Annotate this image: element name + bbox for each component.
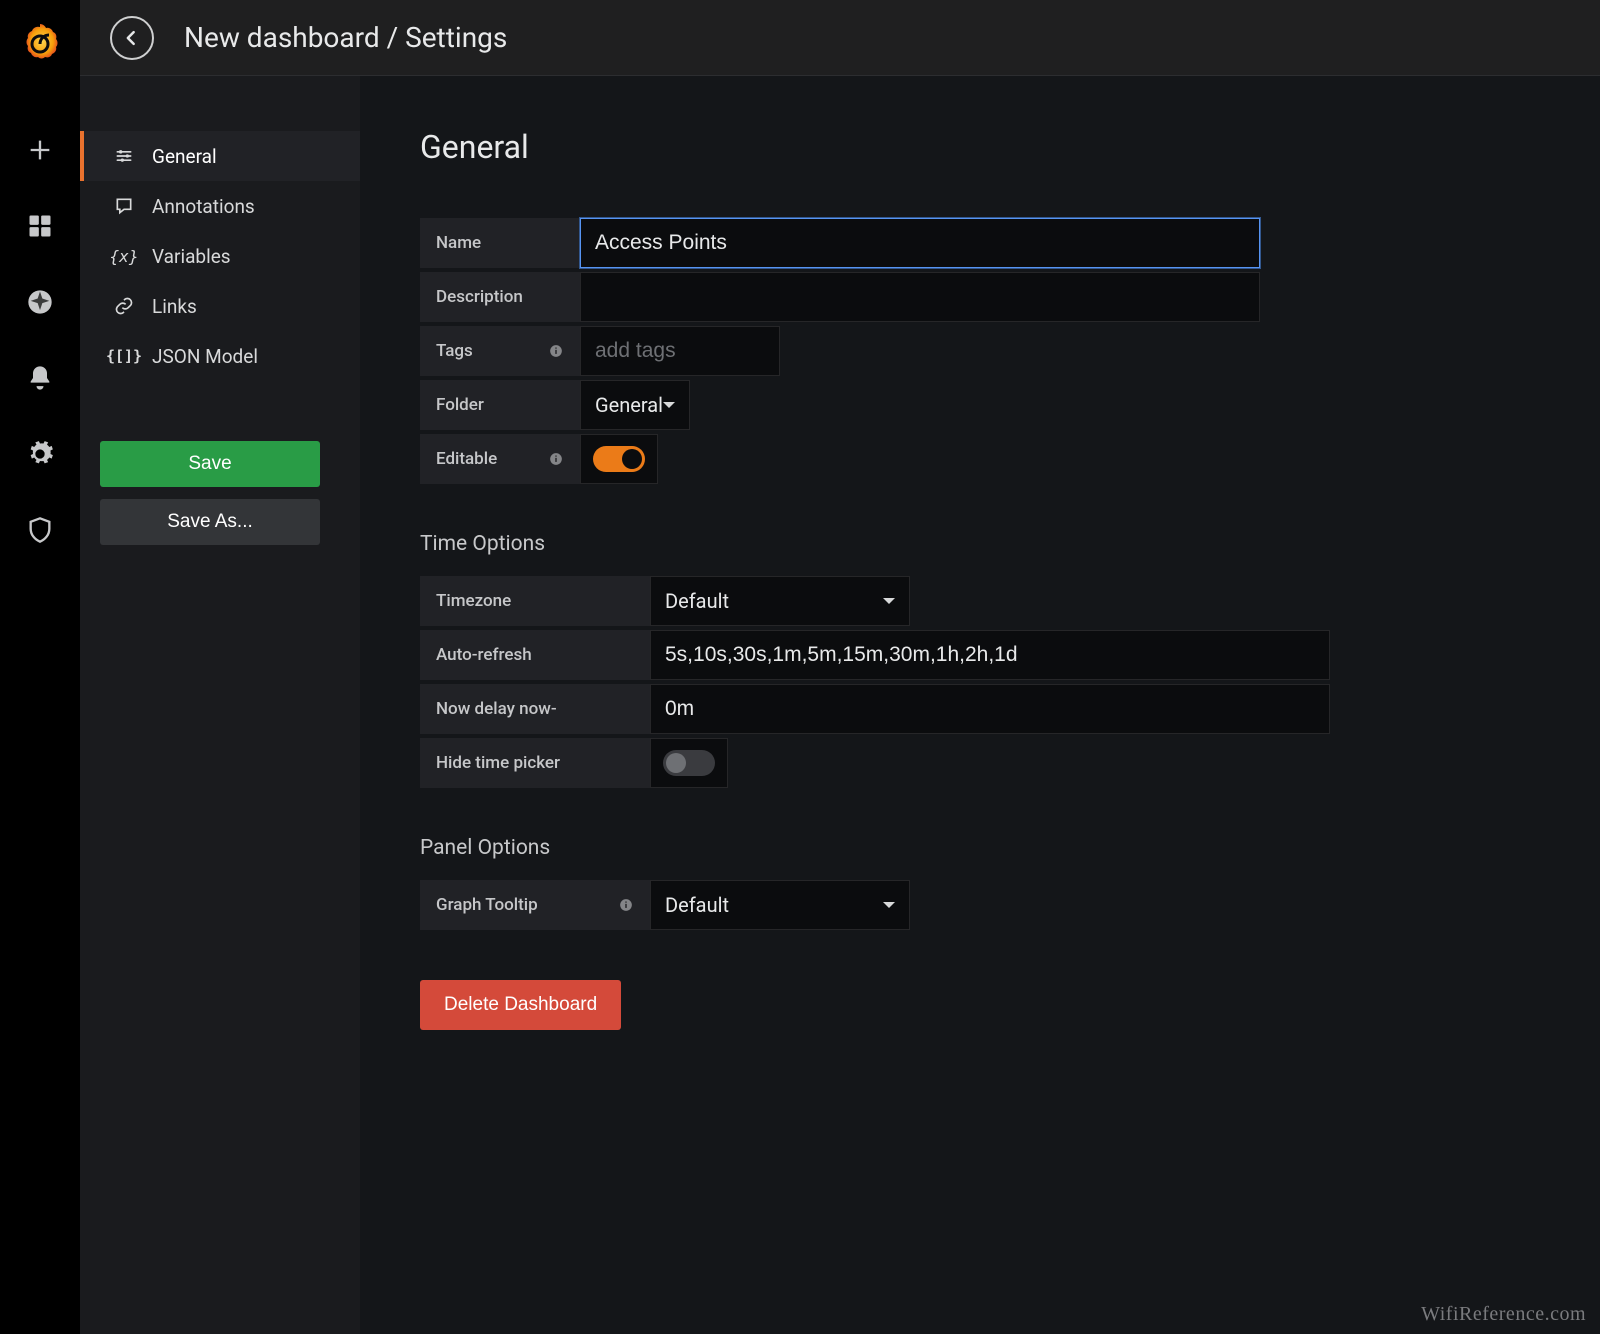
nav-item-label: JSON Model [152,345,258,368]
settings-nav-item-links[interactable]: Links [80,281,360,331]
nav-item-label: General [152,145,217,168]
description-input[interactable] [580,272,1260,322]
label-description: Description [420,272,580,322]
save-button[interactable]: Save [100,441,320,487]
name-input[interactable] [580,218,1260,268]
label-graphtooltip: Graph Tooltip [420,880,650,930]
hidetimepicker-toggle-wrap [650,738,728,788]
nav-item-label: Annotations [152,195,255,218]
code-json-icon: {[]} [112,344,136,368]
dashboards-icon[interactable] [16,202,64,250]
link-icon [112,294,136,318]
nav-rail [0,0,80,1334]
back-button[interactable] [110,16,154,60]
watermark-text: WifiReference.com [1421,1303,1586,1326]
subsection-panel-options: Panel Options [420,836,1540,860]
form-row-autorefresh: Auto-refresh [420,630,1540,680]
tags-input[interactable] [580,326,780,376]
label-autorefresh: Auto-refresh [420,630,650,680]
sliders-icon [112,144,136,168]
info-icon[interactable] [618,897,634,913]
info-icon[interactable] [548,343,564,359]
hidetimepicker-toggle[interactable] [663,750,715,776]
form-row-editable: Editable [420,434,1540,484]
graphtooltip-select[interactable]: Default [650,880,910,930]
grafana-logo-icon[interactable] [16,18,64,66]
settings-nav: General Annotations {x} Variables Links … [80,76,360,1334]
explore-icon[interactable] [16,278,64,326]
autorefresh-input[interactable] [650,630,1330,680]
label-editable: Editable [420,434,580,484]
section-title-general: General [420,128,1540,166]
form-row-name: Name [420,218,1540,268]
timezone-select[interactable]: Default [650,576,910,626]
configuration-icon[interactable] [16,430,64,478]
form-row-nowdelay: Now delay now- [420,684,1540,734]
server-admin-icon[interactable] [16,506,64,554]
form-row-graphtooltip: Graph Tooltip Default [420,880,1540,930]
subsection-time-options: Time Options [420,532,1540,556]
label-name: Name [420,218,580,268]
settings-nav-item-variables[interactable]: {x} Variables [80,231,360,281]
info-icon[interactable] [548,451,564,467]
delete-dashboard-button[interactable]: Delete Dashboard [420,980,621,1030]
label-folder: Folder [420,380,580,430]
folder-select[interactable]: General [580,380,690,430]
form-row-hidetimepicker: Hide time picker [420,738,1540,788]
editable-toggle-wrap [580,434,658,484]
page-title: New dashboard / Settings [184,21,507,54]
settings-content: General Name Description Tags [360,76,1600,1334]
chevron-down-icon [883,598,895,604]
arrow-left-icon [122,28,142,48]
comment-icon [112,194,136,218]
settings-nav-item-annotations[interactable]: Annotations [80,181,360,231]
create-icon[interactable] [16,126,64,174]
nowdelay-input[interactable] [650,684,1330,734]
form-row-tags: Tags [420,326,1540,376]
alerting-icon[interactable] [16,354,64,402]
label-hidetimepicker: Hide time picker [420,738,650,788]
form-row-description: Description [420,272,1540,322]
page-header: New dashboard / Settings [80,0,1600,76]
form-row-folder: Folder General [420,380,1540,430]
editable-toggle[interactable] [593,446,645,472]
label-nowdelay: Now delay now- [420,684,650,734]
label-tags: Tags [420,326,580,376]
form-row-timezone: Timezone Default [420,576,1540,626]
settings-nav-item-json-model[interactable]: {[]} JSON Model [80,331,360,381]
nav-item-label: Links [152,295,197,318]
nav-item-label: Variables [152,245,231,268]
chevron-down-icon [663,402,675,408]
braces-x-icon: {x} [112,244,136,268]
save-as-button[interactable]: Save As... [100,499,320,545]
label-timezone: Timezone [420,576,650,626]
main-area: General Annotations {x} Variables Links … [80,76,1600,1334]
chevron-down-icon [883,902,895,908]
settings-nav-item-general[interactable]: General [80,131,360,181]
